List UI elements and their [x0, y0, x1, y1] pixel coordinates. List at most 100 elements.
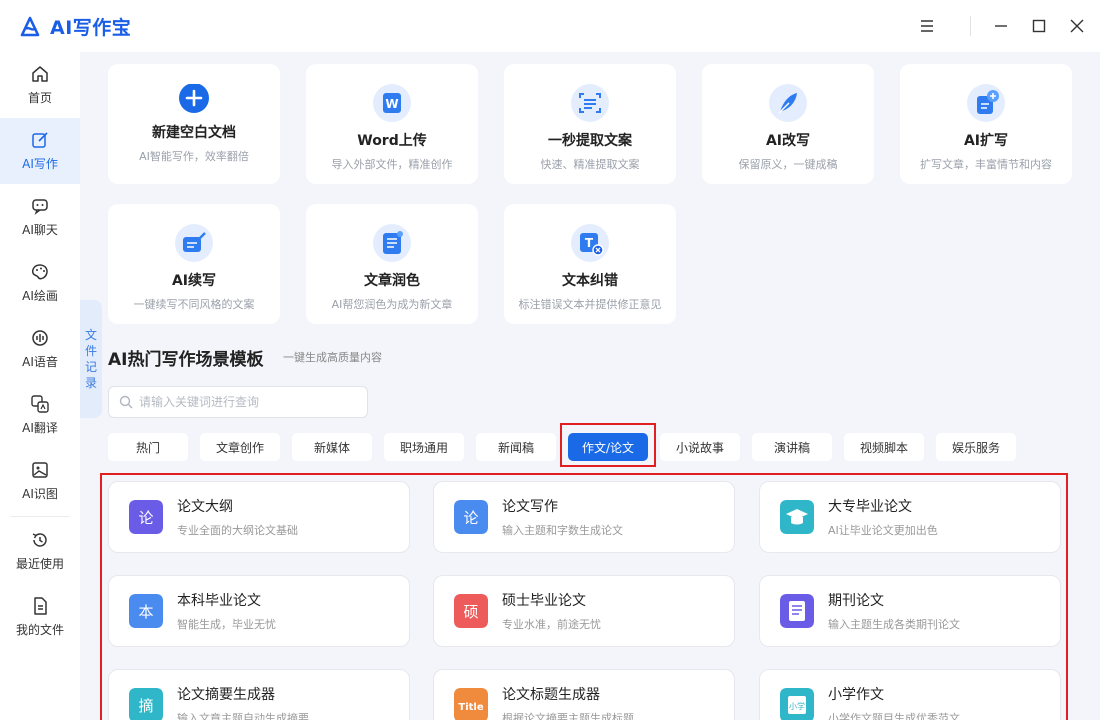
sidebar-item-recent[interactable]: 最近使用 — [0, 518, 80, 584]
tool-title: Word上传 — [357, 133, 427, 149]
outline-icon: 论 — [129, 500, 163, 534]
new-blank-doc-card[interactable]: 新建空白文档 AI智能写作，效率翻倍 — [108, 64, 280, 184]
template-card[interactable]: 摘 论文摘要生成器 输入文章主题自动生成摘要 — [108, 669, 410, 720]
sidebar-item-ai-chat[interactable]: AI聊天 — [0, 184, 80, 250]
abstract-icon: 摘 — [129, 688, 163, 720]
pen-edit-icon — [32, 132, 48, 148]
template-card[interactable]: 大专毕业论文 AI让毕业论文更加出色 — [759, 481, 1061, 553]
svg-text:本: 本 — [138, 603, 153, 621]
section-subtitle: 一键生成高质量内容 — [283, 351, 382, 364]
extract-text-card[interactable]: 一秒提取文案 快速、精准提取文案 — [504, 64, 676, 184]
category-tab-entertainment[interactable]: 娱乐服务 — [936, 433, 1016, 461]
app-title: AI写作宝 — [50, 17, 132, 39]
template-desc: 专业全面的大纲论文基础 — [177, 524, 298, 537]
template-search-box[interactable] — [108, 386, 368, 418]
category-tab-workplace[interactable]: 职场通用 — [384, 433, 464, 461]
template-card[interactable]: 硕 硕士毕业论文专业水准，前途无忧 — [433, 575, 735, 647]
file-icon — [34, 597, 47, 615]
tool-title: 文章润色 — [364, 273, 420, 289]
logo-icon — [20, 16, 40, 36]
tool-title: AI扩写 — [963, 133, 1009, 149]
close-icon[interactable] — [1064, 13, 1090, 39]
template-card[interactable]: 本 本科毕业论文智能生成，毕业无忧 — [108, 575, 410, 647]
palette-icon — [32, 264, 48, 280]
tool-desc: 保留原义，一键成稿 — [738, 158, 838, 171]
template-desc: 输入主题生成各类期刊论文 — [828, 618, 960, 631]
section-title: AI热门写作场景模板 — [108, 350, 264, 370]
template-title: 小学作文 — [828, 687, 884, 703]
maximize-icon[interactable] — [1026, 13, 1052, 39]
tool-desc: AI帮您润色为成为新文章 — [331, 298, 453, 311]
tool-desc: AI智能写作，效率翻倍 — [139, 150, 249, 163]
polish-doc-icon — [373, 224, 411, 262]
sidebar-item-label: 我的文件 — [15, 623, 64, 637]
journal-icon — [780, 594, 814, 628]
svg-text:论: 论 — [138, 509, 153, 527]
category-tab-speech[interactable]: 演讲稿 — [752, 433, 832, 461]
category-tab-new-media[interactable]: 新媒体 — [292, 433, 372, 461]
template-desc: 智能生成，毕业无忧 — [177, 618, 276, 631]
svg-text:硕: 硕 — [463, 603, 478, 621]
template-card[interactable]: 论 论文大纲 专业全面的大纲论文基础 — [108, 481, 410, 553]
app-logo: AI写作宝 — [18, 13, 131, 40]
svg-text:论: 论 — [463, 509, 478, 527]
template-desc: 专业水准，前途无忧 — [502, 618, 601, 631]
sidebar-item-ai-painting[interactable]: AI绘画 — [0, 250, 80, 316]
ai-continue-card[interactable]: AI续写 一键续写不同风格的文案 — [108, 204, 280, 324]
word-upload-card[interactable]: W Word上传 导入外部文件，精准创作 — [306, 64, 478, 184]
sidebar-item-ai-translate[interactable]: AI翻译 — [0, 382, 80, 448]
sidebar-item-ai-image-recognition[interactable]: AI识图 — [0, 448, 80, 514]
expand-doc-icon — [967, 84, 1005, 122]
sidebar-item-label: AI识图 — [22, 487, 58, 501]
template-card[interactable]: 小学 小学作文 小学作文题目生成优秀范文 — [759, 669, 1061, 720]
category-tab-hot[interactable]: 热门 — [108, 433, 188, 461]
template-title: 本科毕业论文 — [177, 593, 261, 609]
sidebar-item-ai-voice[interactable]: AI语音 — [0, 316, 80, 382]
template-desc: 输入文章主题自动生成摘要 — [177, 712, 309, 720]
sidebar-item-label: AI语音 — [22, 355, 58, 369]
translate-icon — [31, 395, 49, 413]
chat-icon — [32, 199, 48, 215]
template-card[interactable]: Title 论文标题生成器 根据论文摘要主题生成标题 — [433, 669, 735, 720]
sidebar-item-label: AI翻译 — [22, 421, 58, 435]
template-desc: 输入主题和字数生成论文 — [502, 524, 623, 537]
template-card[interactable]: 论 论文写作输入主题和字数生成论文 — [433, 481, 735, 553]
template-card[interactable]: 期刊论文输入主题生成各类期刊论文 — [759, 575, 1061, 647]
tool-title: AI续写 — [171, 273, 217, 289]
svg-text:Title: Title — [458, 702, 483, 713]
voice-icon — [32, 330, 48, 346]
tool-desc: 扩写文章，丰富情节和内容 — [920, 158, 1052, 171]
polish-article-card[interactable]: 文章润色 AI帮您润色为成为新文章 — [306, 204, 478, 324]
template-title: 期刊论文 — [828, 593, 884, 609]
template-title: 硕士毕业论文 — [502, 593, 586, 609]
sidebar-item-home[interactable]: 首页 — [0, 52, 80, 118]
image-recognize-icon — [32, 462, 48, 478]
category-tab-novel-story[interactable]: 小说故事 — [660, 433, 740, 461]
records-tab-char: 件 — [84, 344, 97, 358]
ai-rewrite-card[interactable]: AI改写 保留原义，一键成稿 — [702, 64, 874, 184]
active-category-highlight — [560, 423, 656, 467]
svg-text:W: W — [385, 97, 398, 111]
tool-title: 文本纠错 — [562, 273, 618, 289]
sidebar: 首页 AI写作 AI聊天 AI绘画 AI语音 AI翻译 AI识图 最近使用 我的… — [0, 52, 80, 720]
feather-icon — [769, 84, 807, 122]
template-desc: 小学作文题目生成优秀范文 — [828, 712, 960, 720]
file-records-tab[interactable]: 文 件 记 录 — [80, 300, 102, 418]
sidebar-item-ai-writing[interactable]: AI写作 — [0, 118, 80, 184]
template-title: 大专毕业论文 — [828, 499, 912, 515]
ai-expand-card[interactable]: AI扩写 扩写文章，丰富情节和内容 — [900, 64, 1072, 184]
graduation-cap-icon — [780, 500, 814, 534]
minimize-icon[interactable] — [988, 13, 1014, 39]
tool-desc: 标注错误文本并提供修正意见 — [518, 298, 662, 311]
sidebar-item-label: AI绘画 — [22, 289, 58, 303]
search-input[interactable] — [139, 395, 359, 409]
category-tab-article[interactable]: 文章创作 — [200, 433, 280, 461]
text-correction-card[interactable]: T 文本纠错 标注错误文本并提供修正意见 — [504, 204, 676, 324]
svg-text:摘: 摘 — [138, 697, 153, 715]
template-title: 论文写作 — [502, 499, 558, 515]
menu-icon[interactable] — [914, 13, 940, 39]
sidebar-item-my-files[interactable]: 我的文件 — [0, 584, 80, 650]
sidebar-item-label: 首页 — [27, 91, 52, 105]
category-tab-press-release[interactable]: 新闻稿 — [476, 433, 556, 461]
category-tab-video-script[interactable]: 视频脚本 — [844, 433, 924, 461]
